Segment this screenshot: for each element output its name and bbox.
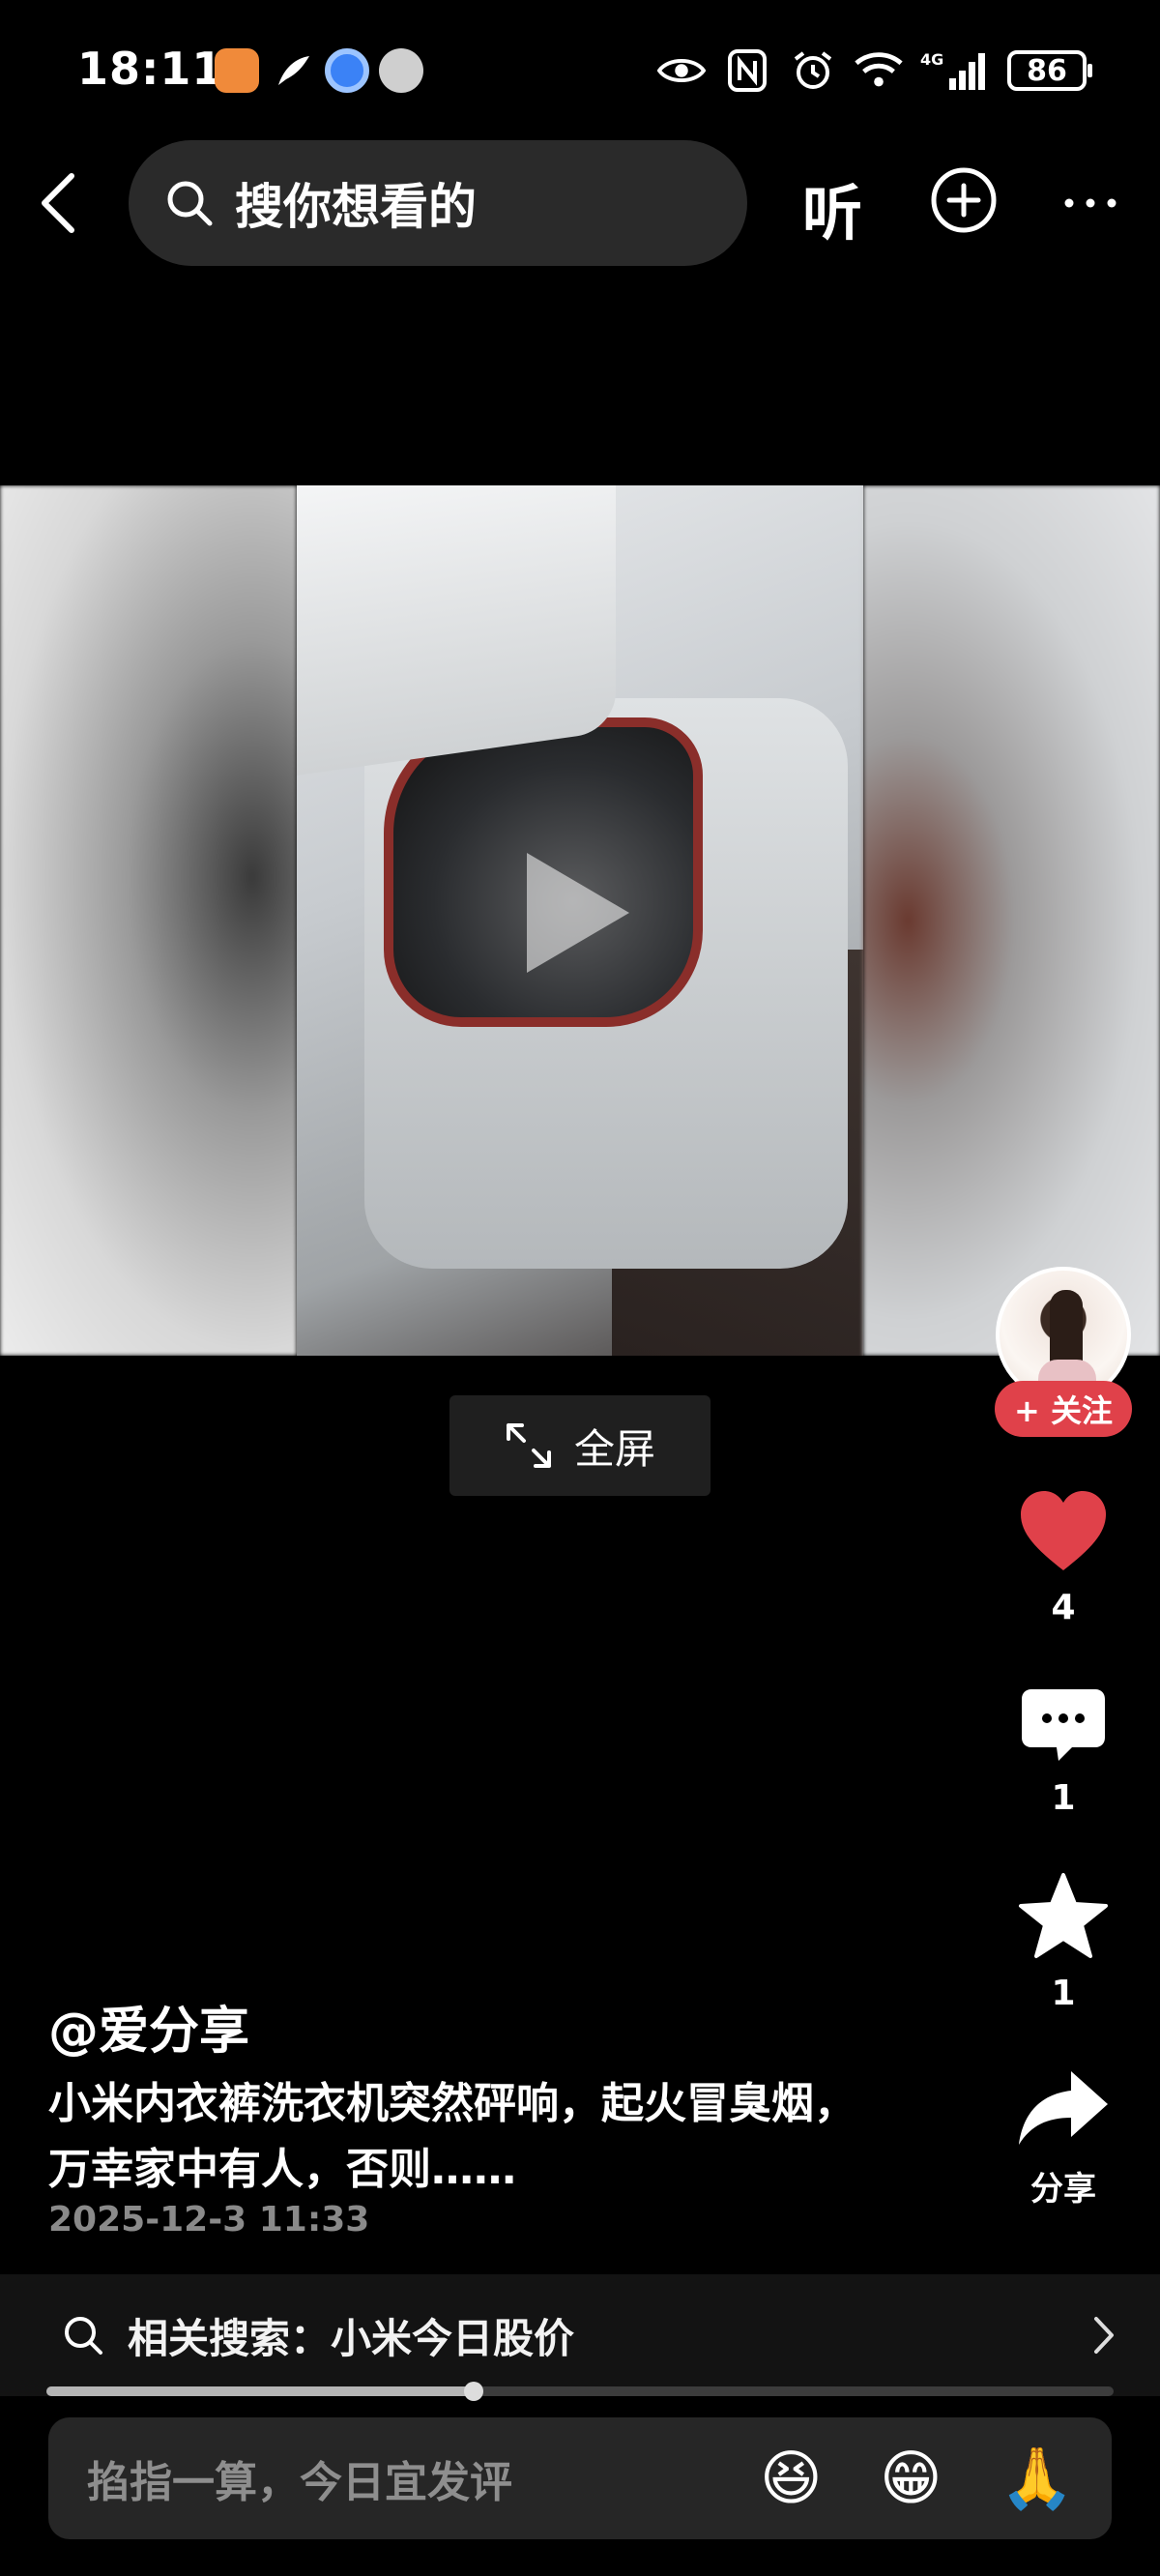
comment-bubble-icon[interactable]: [1020, 1687, 1107, 1765]
like-count: 4: [1051, 1588, 1076, 1627]
heart-icon[interactable]: [1017, 1489, 1110, 1574]
comment-count: 1: [1051, 1778, 1076, 1818]
progress-fill: [46, 2386, 474, 2396]
share-action[interactable]: 分享: [1005, 2067, 1121, 2210]
create-button[interactable]: [930, 166, 998, 234]
description-line-1: 小米内衣裤洗衣机突然砰响，起火冒臭烟，: [48, 2079, 856, 2128]
back-button[interactable]: [29, 169, 87, 237]
plus-circle-icon: [931, 167, 997, 233]
listen-button[interactable]: 听: [802, 164, 862, 251]
follow-button[interactable]: + 关注: [995, 1381, 1132, 1437]
search-placeholder: 搜你想看的: [235, 179, 477, 235]
chevron-right-icon: [1094, 2317, 1114, 2354]
svg-text:4G: 4G: [920, 50, 943, 69]
progress-handle[interactable]: [463, 2382, 483, 2401]
expand-icon: [506, 1423, 551, 1468]
share-label: 分享: [1030, 2170, 1096, 2209]
video-blur-left: [0, 485, 297, 1356]
related-search-label: 相关搜索：小米今日股价: [128, 2314, 575, 2362]
battery-indicator: 86: [1007, 50, 1092, 91]
status-icons: 4G 86: [657, 46, 1092, 95]
search-icon: [65, 2317, 102, 2355]
laugh-emoji-button[interactable]: 😆: [760, 2441, 823, 2516]
more-button[interactable]: [1061, 193, 1119, 213]
status-time: 18:11: [77, 43, 224, 95]
comment-placeholder: 掐指一算，今日宜发评: [87, 2458, 512, 2507]
post-date: 2025-12-3 11:33: [48, 2200, 370, 2239]
feather-notification-icon: [271, 48, 315, 93]
more-dots-icon: [1064, 198, 1116, 208]
signal-icon: 4G: [920, 46, 990, 95]
favorite-action[interactable]: 1: [1005, 1871, 1121, 2013]
app-notification-icon: [215, 48, 259, 93]
washer-lid: [297, 485, 616, 776]
fullscreen-button[interactable]: 全屏: [450, 1395, 710, 1496]
comment-input[interactable]: 掐指一算，今日宜发评 😆 😁 🙏: [48, 2417, 1112, 2539]
favorite-count: 1: [1051, 1974, 1076, 2013]
fullscreen-label: 全屏: [573, 1424, 655, 1473]
grin-emoji-button[interactable]: 😁: [880, 2441, 942, 2516]
nfc-icon: [723, 46, 771, 95]
video-player[interactable]: [0, 485, 1160, 1356]
post-description[interactable]: 小米内衣裤洗衣机突然砰响，起火冒臭烟， 万幸家中有人，否则……: [48, 2071, 918, 2203]
alarm-icon: [789, 46, 837, 95]
star-icon[interactable]: [1017, 1871, 1110, 1960]
browser-notification-icon: [325, 48, 369, 93]
related-search[interactable]: 相关搜索：小米今日股价: [0, 2274, 1160, 2396]
search-icon: [167, 181, 213, 226]
pray-emoji-button[interactable]: 🙏: [1000, 2441, 1074, 2516]
telecom-notification-icon: [379, 48, 423, 93]
wifi-icon: [855, 46, 903, 95]
status-bar: 18:11 4G 86: [0, 0, 1160, 135]
author-name[interactable]: @爱分享: [48, 1990, 249, 2063]
playback-progress[interactable]: [46, 2382, 1114, 2401]
search-bar[interactable]: 搜你想看的: [129, 140, 747, 266]
chevron-left-icon: [42, 173, 74, 233]
description-line-2: 万幸家中有人，否则……: [48, 2145, 516, 2194]
video-blur-right: [863, 485, 1160, 1356]
eye-icon: [657, 46, 706, 95]
like-action[interactable]: 4: [1005, 1489, 1121, 1627]
play-icon[interactable]: [527, 853, 629, 973]
comment-action[interactable]: 1: [1005, 1687, 1121, 1818]
share-arrow-icon[interactable]: [1017, 2067, 1110, 2149]
battery-level: 86: [1027, 53, 1067, 88]
